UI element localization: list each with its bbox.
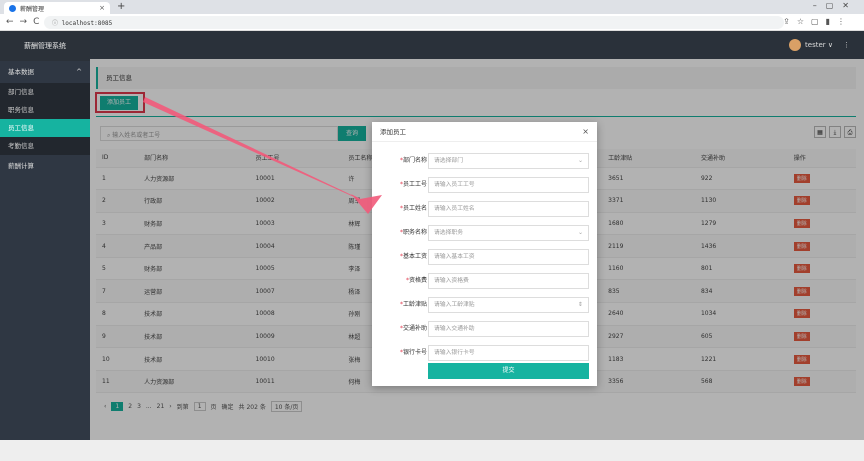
window-controls[interactable]: –▢✕: [813, 1, 858, 10]
form-row: *基本工资 请输入基本工资: [372, 249, 597, 265]
field-label-text: 基本工资: [402, 253, 427, 260]
field-label-text: 银行卡号: [402, 349, 427, 356]
field-label-text: 资格费: [408, 277, 427, 284]
form-row: *交通补助 请输入交通补助: [372, 321, 597, 337]
field-placeholder: 请选择部门: [434, 158, 463, 164]
chevron-up-icon: ^: [76, 68, 82, 76]
tab-title: 薪酬管理: [20, 5, 45, 13]
form-row: *职务名称 请选择职务 ⌄: [372, 225, 597, 241]
field-label-text: 部门名称: [402, 157, 427, 164]
dialog-title: 添加员工: [380, 128, 406, 136]
select-field[interactable]: 请选择部门 ⌄: [428, 153, 589, 169]
new-tab-icon[interactable]: +: [117, 1, 125, 12]
menu-item-salary-calc[interactable]: 薪酬计算: [0, 155, 90, 177]
menu-item[interactable]: 考勤信息: [0, 137, 90, 155]
menu-item[interactable]: 员工信息: [0, 119, 90, 137]
select-field[interactable]: 请选择职务 ⌄: [428, 225, 589, 241]
info-icon: ⓘ: [52, 20, 62, 27]
menu-group-label: 基本数据: [8, 68, 34, 76]
submit-button[interactable]: 提交: [428, 363, 589, 379]
bottom-gutter: [0, 440, 864, 461]
menu-item[interactable]: 部门信息: [0, 83, 90, 101]
field-label: *员工姓名: [400, 201, 427, 217]
chevron-down-icon: ⌄: [578, 230, 583, 236]
close-tab-icon[interactable]: ×: [99, 4, 105, 12]
url-host: localhost:: [61, 20, 98, 27]
browser-tab-strip: 薪酬管理 × + –▢✕: [0, 0, 864, 14]
form-row: *工龄津贴 请输入工龄津贴 ⇕: [372, 297, 597, 313]
input-field[interactable]: 请输入员工姓名: [428, 201, 589, 217]
field-label-text: 交通补助: [402, 325, 427, 332]
field-placeholder: 请输入工龄津贴: [434, 302, 475, 308]
field-placeholder: 请输入交通补助: [434, 326, 475, 332]
field-placeholder: 请输入基本工资: [434, 254, 475, 260]
input-field[interactable]: 请输入工龄津贴 ⇕: [428, 297, 589, 313]
user-menu[interactable]: tester ∨ ⋮: [789, 39, 850, 51]
field-label-text: 职务名称: [402, 229, 427, 236]
field-label: *交通补助: [400, 321, 427, 337]
field-label: *资格费: [406, 273, 427, 289]
browser-tools[interactable]: ⇪☆▢▮⋮: [783, 17, 852, 26]
form-row: *部门名称 请选择部门 ⌄: [372, 153, 597, 169]
field-label: *银行卡号: [400, 345, 427, 361]
top-bar: tester ∨ ⋮: [90, 31, 864, 59]
field-placeholder: 请输入资格费: [434, 278, 469, 284]
browser-tab[interactable]: 薪酬管理 ×: [4, 2, 110, 14]
menu-group-basic[interactable]: 基本数据 ^: [0, 61, 90, 83]
more-icon[interactable]: ⋮: [843, 41, 850, 49]
user-name: tester ∨: [805, 41, 833, 49]
favicon-icon: [9, 4, 16, 12]
form-row: *员工姓名 请输入员工姓名: [372, 201, 597, 217]
field-label: *部门名称: [400, 153, 427, 169]
field-label: *工龄津贴: [400, 297, 427, 313]
menu-item[interactable]: 职务信息: [0, 101, 90, 119]
field-label: *基本工资: [400, 249, 427, 265]
add-employee-dialog: 添加员工 × *部门名称 请选择部门 ⌄ *员工工号 请输入员工工号 *员工姓名 请输入员工姓…: [372, 122, 597, 386]
field-placeholder: 请选择职务: [434, 230, 463, 236]
nav-buttons[interactable]: ←→C: [6, 17, 45, 27]
input-field[interactable]: 请输入银行卡号: [428, 345, 589, 361]
form-row: *员工工号 请输入员工工号: [372, 177, 597, 193]
input-field[interactable]: 请输入员工工号: [428, 177, 589, 193]
close-icon[interactable]: ×: [582, 122, 589, 142]
url-port: 8085: [97, 20, 113, 27]
form-row: *银行卡号 请输入银行卡号: [372, 345, 597, 361]
field-placeholder: 请输入银行卡号: [434, 350, 475, 356]
input-field[interactable]: 请输入基本工资: [428, 249, 589, 265]
field-placeholder: 请输入员工工号: [434, 182, 475, 188]
field-label-text: 工龄津贴: [402, 301, 427, 308]
browser-toolbar: ←→C ⓘ localhost:8085 ⇪☆▢▮⋮: [0, 14, 864, 31]
field-label-text: 员工姓名: [402, 205, 427, 212]
stepper-icon: ⇕: [578, 302, 583, 308]
field-label: *职务名称: [400, 225, 427, 241]
app-title: 薪酬管理系统: [0, 31, 90, 61]
input-field[interactable]: 请输入交通补助: [428, 321, 589, 337]
address-bar[interactable]: ⓘ localhost:8085: [44, 16, 784, 29]
sidebar: 薪酬管理系统 基本数据 ^ 部门信息 职务信息 员工信息 考勤信息 薪酬计算: [0, 31, 90, 461]
avatar: [789, 39, 802, 51]
field-placeholder: 请输入员工姓名: [434, 206, 475, 212]
field-label: *员工工号: [400, 177, 427, 193]
field-label-text: 员工工号: [402, 181, 427, 188]
dialog-header: 添加员工 ×: [372, 122, 597, 142]
form-row: *资格费 请输入资格费: [372, 273, 597, 289]
input-field[interactable]: 请输入资格费: [428, 273, 589, 289]
chevron-down-icon: ⌄: [578, 158, 583, 164]
